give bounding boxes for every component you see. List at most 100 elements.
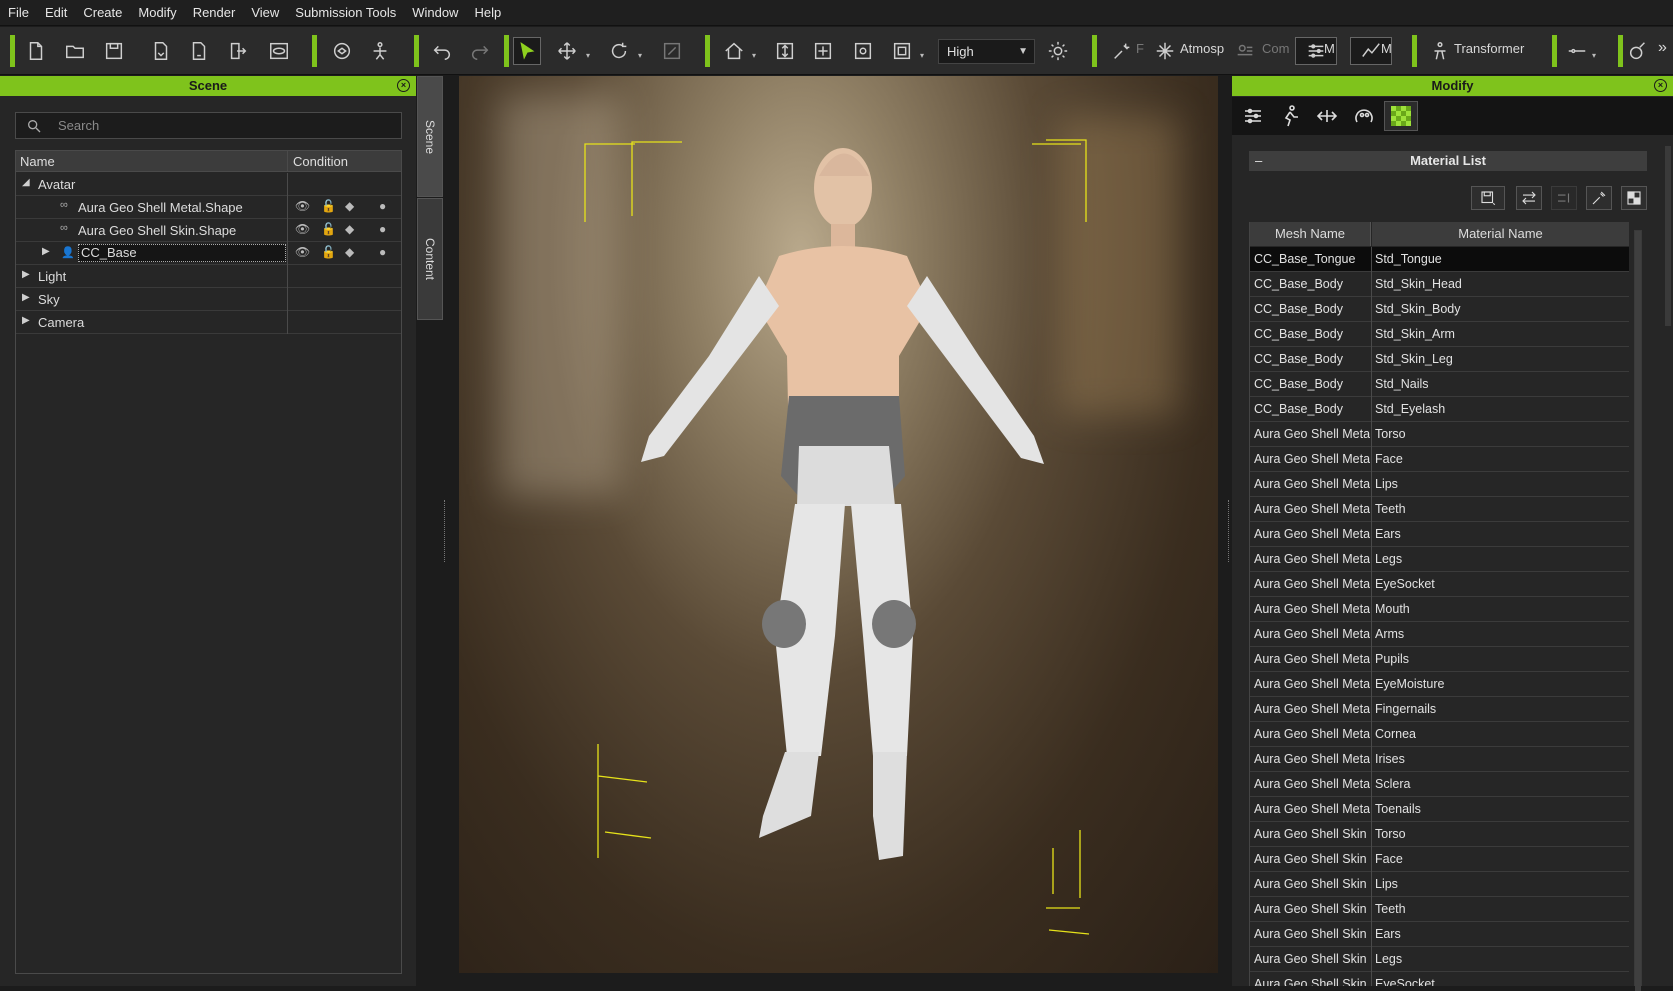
- expand-triangle-icon[interactable]: ▶: [42, 246, 50, 257]
- material-table-row[interactable]: Aura Geo Shell Skin Face: [1250, 847, 1629, 872]
- splitter-handle[interactable]: [1228, 500, 1231, 562]
- tab-scene[interactable]: Scene: [417, 76, 443, 197]
- rename-material-button[interactable]: [1551, 186, 1577, 210]
- material-table-row[interactable]: CC_Base_Body Std_Nails: [1250, 372, 1629, 397]
- move-icon[interactable]: [553, 37, 581, 65]
- column-material-name[interactable]: Material Name: [1372, 222, 1629, 246]
- column-mesh-name[interactable]: Mesh Name: [1250, 222, 1371, 246]
- column-name-header[interactable]: Name: [20, 154, 55, 169]
- material-table-row[interactable]: Aura Geo Shell Metal Lips: [1250, 472, 1629, 497]
- tab-motion-icon[interactable]: [1273, 101, 1307, 131]
- fit-vertical-icon[interactable]: [771, 37, 799, 65]
- scrollbar-thumb[interactable]: [1635, 231, 1641, 991]
- visibility-eye-icon[interactable]: 👁: [295, 222, 310, 236]
- save-material-button[interactable]: [1471, 186, 1505, 210]
- material-sphere-icon[interactable]: ●: [379, 245, 386, 259]
- tree-item-light[interactable]: ▶ Light: [16, 265, 401, 288]
- tree-item-cc-base[interactable]: ▶ 👤 CC_Base 👁 🔓 ◆ ●: [16, 242, 401, 265]
- material-table-row[interactable]: Aura Geo Shell Metal EyeSocket: [1250, 572, 1629, 597]
- frame-all-icon[interactable]: [888, 37, 916, 65]
- toolbar-overflow-icon[interactable]: »: [1658, 39, 1667, 57]
- menu-view[interactable]: View: [243, 0, 287, 26]
- tree-item-sky[interactable]: ▶ Sky: [16, 288, 401, 311]
- lock-icon[interactable]: 🔓: [321, 222, 336, 236]
- headshot-dropdown-icon[interactable]: ▾: [1592, 51, 1596, 60]
- visibility-eye-icon[interactable]: 👁: [295, 199, 310, 213]
- plugin-icon[interactable]: [1624, 37, 1652, 65]
- menu-edit[interactable]: Edit: [37, 0, 75, 26]
- atmosphere-label[interactable]: Atmosp: [1180, 41, 1224, 56]
- material-table-row[interactable]: Aura Geo Shell Metal Toenails: [1250, 797, 1629, 822]
- swap-material-button[interactable]: [1516, 186, 1542, 210]
- effects-icon[interactable]: [1108, 37, 1136, 65]
- material-table-row[interactable]: CC_Base_Body Std_Skin_Head: [1250, 272, 1629, 297]
- material-table-row[interactable]: CC_Base_Body Std_Skin_Arm: [1250, 322, 1629, 347]
- render-quality-select[interactable]: High ▼: [938, 39, 1035, 64]
- material-table-row[interactable]: Aura Geo Shell Skin Teeth: [1250, 897, 1629, 922]
- menu-create[interactable]: Create: [75, 0, 130, 26]
- expand-triangle-icon[interactable]: ▶: [22, 269, 30, 280]
- fit-all-icon[interactable]: [809, 37, 837, 65]
- material-table-row[interactable]: Aura Geo Shell Metal Cornea: [1250, 722, 1629, 747]
- redo-icon[interactable]: [466, 37, 494, 65]
- home-dropdown-icon[interactable]: ▾: [752, 51, 756, 60]
- select-arrow-icon[interactable]: [513, 37, 541, 65]
- light-sun-icon[interactable]: [1044, 37, 1072, 65]
- scale-icon[interactable]: [658, 37, 686, 65]
- menu-help[interactable]: Help: [466, 0, 509, 26]
- open-folder-icon[interactable]: [61, 37, 89, 65]
- tab-attributes-icon[interactable]: [1236, 101, 1270, 131]
- material-table-row[interactable]: Aura Geo Shell Skin Legs: [1250, 947, 1629, 972]
- material-table-row[interactable]: Aura Geo Shell Skin Torso: [1250, 822, 1629, 847]
- material-table-row[interactable]: Aura Geo Shell Metal Ears: [1250, 522, 1629, 547]
- export-icon[interactable]: [224, 37, 252, 65]
- collapse-minus-icon[interactable]: –: [1255, 151, 1262, 171]
- material-table-row[interactable]: Aura Geo Shell Metal Torso: [1250, 422, 1629, 447]
- save-icon[interactable]: [100, 37, 128, 65]
- frame-dropdown-icon[interactable]: ▾: [920, 51, 924, 60]
- tree-item-metal-shape[interactable]: ∞ Aura Geo Shell Metal.Shape 👁 🔓 ◆ ●: [16, 196, 401, 219]
- pose-icon[interactable]: [366, 37, 394, 65]
- material-table-scrollbar[interactable]: [1634, 230, 1642, 991]
- compositor-label[interactable]: Com: [1262, 41, 1289, 56]
- close-icon[interactable]: ×: [1654, 79, 1667, 92]
- material-table-row[interactable]: Aura Geo Shell Metal Sclera: [1250, 772, 1629, 797]
- checker-icon[interactable]: [1621, 186, 1647, 210]
- rotate-icon[interactable]: [605, 37, 633, 65]
- material-table-row[interactable]: Aura Geo Shell Metal Mouth: [1250, 597, 1629, 622]
- material-table-row[interactable]: Aura Geo Shell Metal Legs: [1250, 547, 1629, 572]
- material-table-row[interactable]: Aura Geo Shell Metal Face: [1250, 447, 1629, 472]
- undo-icon[interactable]: [428, 37, 456, 65]
- import-ic-icon[interactable]: [185, 37, 213, 65]
- menu-modify[interactable]: Modify: [130, 0, 184, 26]
- material-table-row[interactable]: CC_Base_Body Std_Skin_Body: [1250, 297, 1629, 322]
- menu-render[interactable]: Render: [185, 0, 244, 26]
- import-icon[interactable]: [147, 37, 175, 65]
- modify-panel-scrollbar[interactable]: [1665, 146, 1671, 326]
- cube-icon[interactable]: ◆: [345, 199, 354, 213]
- tab-face-icon[interactable]: [1347, 101, 1381, 131]
- material-table-row[interactable]: Aura Geo Shell Metal Irises: [1250, 747, 1629, 772]
- column-condition-header[interactable]: Condition: [293, 154, 348, 169]
- tree-item-camera[interactable]: ▶ Camera: [16, 311, 401, 334]
- material-table-row[interactable]: Aura Geo Shell Metal Arms: [1250, 622, 1629, 647]
- material-table-row[interactable]: Aura Geo Shell Skin Ears: [1250, 922, 1629, 947]
- frame-selected-icon[interactable]: [849, 37, 877, 65]
- tree-item-skin-shape[interactable]: ∞ Aura Geo Shell Skin.Shape 👁 🔓 ◆ ●: [16, 219, 401, 242]
- material-table-row[interactable]: Aura Geo Shell Metal Pupils: [1250, 647, 1629, 672]
- menu-window[interactable]: Window: [404, 0, 466, 26]
- create-object-icon[interactable]: [328, 37, 356, 65]
- tab-morph-icon[interactable]: [1310, 101, 1344, 131]
- expand-triangle-icon[interactable]: ▶: [22, 292, 30, 303]
- material-table-row[interactable]: CC_Base_Body Std_Skin_Leg: [1250, 347, 1629, 372]
- move-dropdown-icon[interactable]: ▾: [586, 51, 590, 60]
- eyedropper-icon[interactable]: [1586, 186, 1612, 210]
- preview-icon[interactable]: [265, 37, 293, 65]
- cube-icon[interactable]: ◆: [345, 222, 354, 236]
- visibility-eye-icon[interactable]: 👁: [295, 245, 310, 259]
- headshot-icon[interactable]: [1563, 37, 1591, 65]
- transformer-label[interactable]: Transformer: [1454, 41, 1524, 56]
- tab-content[interactable]: Content: [417, 198, 443, 320]
- menu-file[interactable]: File: [0, 0, 37, 26]
- home-camera-icon[interactable]: [720, 37, 748, 65]
